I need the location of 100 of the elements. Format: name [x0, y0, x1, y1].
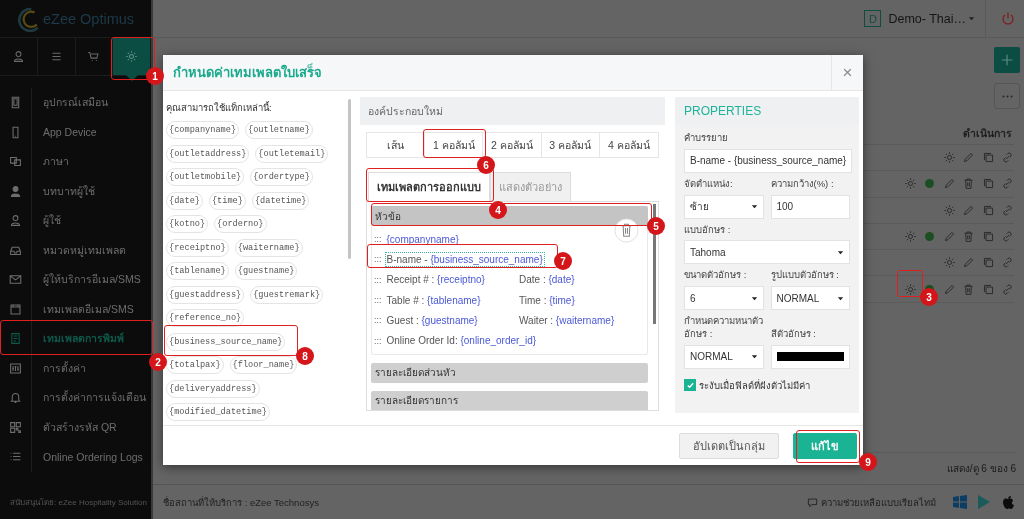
template-field[interactable]: B-name - {business_source_name} [385, 252, 544, 266]
link-icon[interactable] [1001, 256, 1014, 270]
envelope-icon [9, 273, 22, 287]
template-field[interactable]: {companyname} [385, 232, 460, 246]
select-field[interactable]: ซ้าย [684, 194, 764, 219]
link-icon[interactable] [1001, 230, 1014, 244]
settings-icon[interactable] [903, 230, 917, 244]
select-field[interactable]: Tahoma [684, 240, 850, 265]
field-label: กำหนดความหนาตัวอักษร : [684, 315, 764, 341]
settings-icon[interactable] [942, 256, 956, 270]
settings-icon[interactable] [903, 282, 917, 296]
cart-icon [87, 50, 101, 63]
drag-handle[interactable]: ::: [374, 274, 382, 285]
user-initial-badge: D [864, 10, 882, 27]
copy-icon[interactable] [981, 282, 995, 296]
edit-icon[interactable] [942, 177, 956, 191]
settings-icon[interactable] [903, 177, 917, 191]
drag-handle[interactable]: ::: [374, 254, 382, 265]
sidebar-item[interactable]: App Device [0, 117, 151, 147]
menu-icon [49, 50, 63, 63]
section-header[interactable]: รายละเอียดส่วนหัว [371, 362, 648, 383]
settings-icon[interactable] [942, 203, 956, 217]
step-number-badge: 2 [149, 353, 167, 371]
template-field[interactable]: Waiter : {waitername} [518, 313, 616, 327]
highlight-frame [796, 430, 860, 463]
column-header: ดำเนินการ [963, 125, 1012, 141]
field-label: ขนาดตัวอักษร : [684, 269, 748, 283]
trash-icon[interactable] [962, 282, 975, 296]
edit-icon[interactable] [962, 151, 975, 165]
windows-icon[interactable] [952, 494, 968, 510]
section-header[interactable]: รายละเอียดรายการ [371, 390, 648, 410]
tablet-icon [9, 96, 22, 110]
step-number-badge: 9 [859, 453, 877, 471]
play-store-icon[interactable] [976, 494, 992, 510]
user-icon [9, 214, 22, 228]
template-field[interactable]: Time : {time} [518, 293, 576, 307]
bell-icon [9, 391, 22, 405]
link-icon[interactable] [1001, 282, 1014, 296]
caret-icon [750, 353, 758, 361]
window-icon [9, 302, 22, 316]
mobile-phone-icon [9, 125, 22, 139]
trash-icon[interactable] [962, 230, 975, 244]
more-button[interactable] [994, 83, 1020, 109]
template-field[interactable]: Receipt # : {receiptno} [385, 273, 486, 287]
sidebar-item[interactable]: ตัวสร้างรหัส QR [0, 412, 151, 442]
caret-icon [750, 203, 758, 211]
color-field[interactable] [770, 344, 850, 369]
drag-handle[interactable]: ::: [374, 295, 382, 306]
select-field[interactable]: 6 [684, 286, 764, 311]
drag-handle[interactable]: ::: [374, 315, 382, 326]
color-swatch [776, 352, 844, 362]
template-field[interactable]: Table # : {tablename} [385, 293, 482, 307]
edit-icon[interactable] [962, 203, 975, 217]
add-button[interactable] [994, 47, 1020, 73]
sidebar-item[interactable]: ผู้ให้บริการอีเมล/SMS [0, 265, 151, 295]
checkbox-label: ระงับเมื่อฟิลด์ที่ฝังตัวไม่มีค่า [699, 378, 810, 393]
copy-icon[interactable] [981, 256, 995, 270]
trash-icon[interactable] [962, 177, 975, 191]
sidebar-item[interactable]: หมวดหมู่เทมเพลต [0, 235, 151, 265]
copy-icon[interactable] [981, 230, 995, 244]
select-field[interactable]: NORMAL [770, 286, 850, 311]
checkbox[interactable] [684, 379, 696, 392]
sidebar-item[interactable]: การตั้งค่าการแจ้งเตือน [0, 383, 151, 413]
delete-icon[interactable] [614, 218, 639, 243]
person-icon [9, 184, 22, 198]
sidebar-item[interactable]: บทบาทผู้ใช้ [0, 176, 151, 206]
drag-handle[interactable]: ::: [374, 234, 382, 245]
edit-icon[interactable] [942, 282, 956, 296]
text-field[interactable]: B-name - {business_source_name} [684, 148, 853, 173]
scrollbar[interactable] [348, 99, 351, 259]
settings-icon[interactable] [942, 151, 956, 165]
edit-icon[interactable] [962, 256, 975, 270]
field-label: สีตัวอักษร : [770, 328, 817, 341]
copy-icon[interactable] [981, 151, 995, 165]
link-icon[interactable] [1001, 203, 1014, 217]
template-field[interactable]: Date : {date} [518, 273, 576, 287]
link-icon[interactable] [1001, 151, 1014, 165]
sidebar-item[interactable]: Online Ordering Logs [0, 442, 151, 472]
sliders-icon [9, 361, 22, 375]
sidebar-item[interactable]: ภาษา [0, 147, 151, 177]
sidebar-item[interactable]: การตั้งค่า [0, 353, 151, 383]
translate-icon [9, 155, 22, 169]
apple-icon[interactable] [1000, 494, 1016, 510]
drag-handle[interactable]: ::: [374, 335, 382, 346]
template-field[interactable]: Online Order Id: {online_order_id} [385, 334, 538, 348]
link-icon[interactable] [1001, 177, 1014, 191]
sidebar-item[interactable]: อุปกรณ์เสมือน [0, 88, 151, 118]
document-icon [9, 332, 22, 346]
copy-icon[interactable] [981, 203, 995, 217]
text-field[interactable]: 100 [770, 194, 850, 219]
power-icon[interactable] [1000, 10, 1016, 27]
select-field[interactable]: NORMAL [684, 344, 764, 369]
bulk-update-button[interactable]: อัปเดตเป็นกลุ่ม [679, 432, 779, 459]
status-dot [923, 177, 936, 191]
sidebar-item[interactable]: เทมเพลตอีเมล/SMS [0, 294, 151, 324]
sidebar-item[interactable]: ผู้ใช้ [0, 206, 151, 236]
edit-icon[interactable] [942, 230, 956, 244]
template-field[interactable]: Guest : {guestname} [385, 313, 479, 327]
copy-icon[interactable] [981, 177, 995, 191]
editor-tab[interactable]: เทมเพลตการออกแบบ [368, 172, 490, 201]
